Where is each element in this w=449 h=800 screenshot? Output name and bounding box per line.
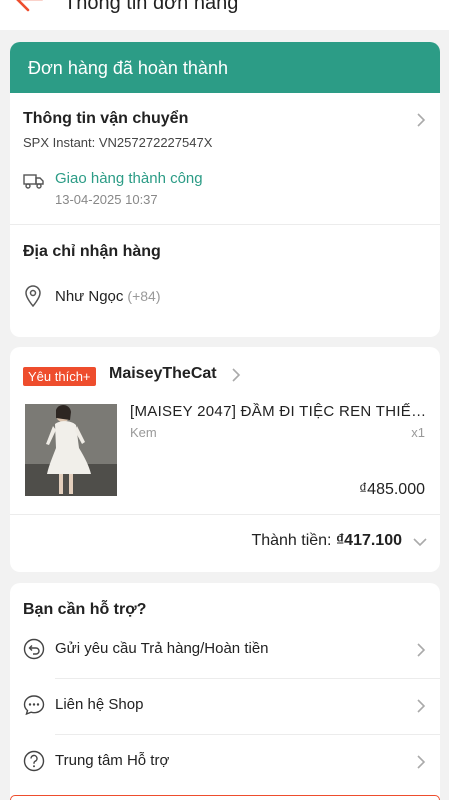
return-refund-label: Gửi yêu cầu Trả hàng/Hoàn tiền [55, 640, 269, 657]
shipping-info-row[interactable]: Thông tin vận chuyển SPX Instant: VN2572… [10, 93, 440, 225]
product-quantity: x1 [411, 425, 425, 440]
truck-icon [23, 174, 44, 189]
divider [10, 514, 440, 515]
order-info-card: Đơn hàng đã hoàn thành Thông tin vận chu… [10, 42, 440, 337]
top-bar: Thông tin đơn hàng [0, 0, 449, 30]
bottom-action-button[interactable] [10, 795, 440, 800]
product-variant: Kem [130, 425, 157, 440]
help-center-item[interactable]: Trung tâm Hỗ trợ [10, 735, 440, 791]
contact-shop-label: Liên hệ Shop [55, 696, 144, 713]
chevron-right-icon [417, 643, 426, 657]
contact-shop-item[interactable]: Liên hệ Shop [10, 679, 440, 735]
support-title: Bạn cần hỗ trợ? [23, 601, 147, 618]
chevron-right-icon [417, 699, 426, 713]
address-row: Địa chỉ nhận hàng Như Ngọc (+84) [10, 225, 440, 337]
support-card: Bạn cần hỗ trợ? Gửi yêu cầu Trả hàng/Hoà… [10, 583, 440, 800]
total-amount: ₫417.100 [335, 532, 402, 549]
order-total[interactable]: Thành tiền: ₫417.100 [251, 532, 402, 550]
recipient-phone: (+84) [127, 288, 161, 304]
shipping-time: 13-04-2025 10:37 [55, 192, 158, 207]
chat-icon [23, 695, 45, 716]
return-icon [23, 638, 45, 660]
shop-name[interactable]: MaiseyTheCat [109, 365, 217, 383]
product-image[interactable] [25, 404, 117, 496]
chevron-right-icon[interactable] [231, 368, 241, 382]
product-name[interactable]: [MAISEY 2047] ĐẦM ĐI TIỆC REN THIẾT KẾ [130, 403, 428, 420]
chevron-down-icon[interactable] [413, 538, 427, 547]
help-center-label: Trung tâm Hỗ trợ [55, 752, 170, 769]
recipient: Như Ngọc (+84) [55, 288, 160, 305]
total-label: Thành tiền: [251, 532, 332, 549]
shipping-status: Giao hàng thành công [55, 170, 203, 187]
dress-image [25, 404, 117, 496]
chevron-right-icon [417, 755, 426, 769]
address-title: Địa chỉ nhận hàng [23, 243, 161, 260]
page-title: Thông tin đơn hàng [64, 0, 239, 14]
back-arrow-icon[interactable] [14, 0, 44, 12]
return-refund-request-item[interactable]: Gửi yêu cầu Trả hàng/Hoàn tiền [10, 623, 440, 679]
help-icon [23, 750, 45, 772]
product-price: ₫485.000 [358, 481, 425, 498]
favorite-plus-badge: Yêu thích+ [23, 367, 96, 386]
product-card: Yêu thích+ MaiseyTheCat [MAISEY 2047] ĐẦ… [10, 347, 440, 572]
order-status-banner: Đơn hàng đã hoàn thành [10, 42, 440, 93]
recipient-name: Như Ngọc [55, 288, 124, 305]
shipping-info-title: Thông tin vận chuyển [23, 110, 189, 127]
tracking-number: SPX Instant: VN257272227547X [23, 135, 213, 150]
location-pin-icon [25, 285, 41, 307]
chevron-right-icon [417, 113, 426, 127]
